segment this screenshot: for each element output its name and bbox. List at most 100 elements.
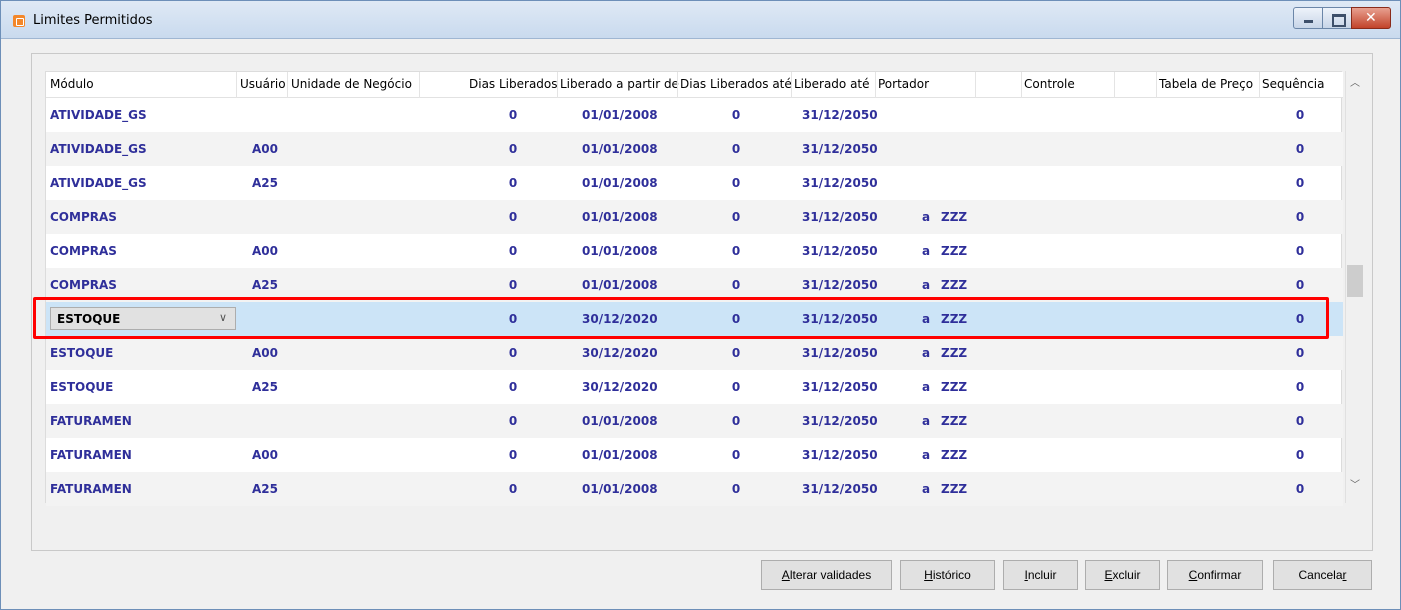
modulo-select[interactable]: ESTOQUE ∨ xyxy=(50,307,236,330)
cell-modulo: COMPRAS xyxy=(50,278,117,292)
vertical-scrollbar[interactable]: ︿ ﹀ xyxy=(1345,71,1363,503)
cell-seq: 0 xyxy=(1295,448,1305,462)
cell-diasate: 0 xyxy=(731,244,741,258)
cell-dias: 0 xyxy=(508,482,518,496)
cell-modulo: COMPRAS xyxy=(50,244,117,258)
cell-usuario: A00 xyxy=(252,244,278,258)
scroll-down-icon[interactable]: ﹀ xyxy=(1346,477,1364,495)
cell-modulo: ATIVIDADE_GS xyxy=(50,142,147,156)
cell-ate: 31/12/2050 xyxy=(802,244,878,258)
cell-usuario: A00 xyxy=(252,142,278,156)
cell-seq: 0 xyxy=(1295,176,1305,190)
header-modulo[interactable]: Módulo xyxy=(50,77,94,91)
cell-seq: 0 xyxy=(1295,142,1305,156)
table-row[interactable]: ESTOQUE A25 0 30/12/2020 0 31/12/2050 a ZZZ 0 xyxy=(46,370,1343,404)
cell-port_b: ZZZ xyxy=(941,278,968,292)
cell-dias: 0 xyxy=(508,108,518,122)
cell-seq: 0 xyxy=(1295,380,1305,394)
cell-modulo: ATIVIDADE_GS xyxy=(50,176,147,190)
header-dias-liberados-ate[interactable]: Dias Liberados até xyxy=(680,77,792,91)
grid-header: Módulo Usuário Unidade de Negócio Dias L… xyxy=(46,72,1343,98)
cell-apartir: 30/12/2020 xyxy=(582,312,658,326)
cell-ate: 31/12/2050 xyxy=(802,380,878,394)
cell-port_b: ZZZ xyxy=(941,346,968,360)
cell-dias: 0 xyxy=(508,312,518,326)
scroll-thumb[interactable] xyxy=(1347,265,1363,297)
excluir-button[interactable]: Excluir xyxy=(1085,560,1160,590)
cell-port_b: ZZZ xyxy=(941,312,968,326)
cell-ate: 31/12/2050 xyxy=(802,142,878,156)
cell-diasate: 0 xyxy=(731,346,741,360)
incluir-button[interactable]: Incluir xyxy=(1003,560,1078,590)
header-usuario[interactable]: Usuário xyxy=(240,77,286,91)
cell-seq: 0 xyxy=(1295,278,1305,292)
cell-seq: 0 xyxy=(1295,210,1305,224)
table-row[interactable]: COMPRAS 0 01/01/2008 0 31/12/2050 a ZZZ 0 xyxy=(46,200,1343,234)
table-row[interactable]: ATIVIDADE_GS A00 0 01/01/2008 0 31/12/2050 0 xyxy=(46,132,1343,166)
cell-port_b: ZZZ xyxy=(941,448,968,462)
cell-modulo: COMPRAS xyxy=(50,210,117,224)
cell-apartir: 01/01/2008 xyxy=(582,210,658,224)
cell-modulo: FATURAMEN xyxy=(50,448,132,462)
cell-port_b: ZZZ xyxy=(941,380,968,394)
cell-port_b: ZZZ xyxy=(941,210,968,224)
header-sequencia[interactable]: Sequência xyxy=(1262,77,1325,91)
cell-apartir: 01/01/2008 xyxy=(582,244,658,258)
cell-ate: 31/12/2050 xyxy=(802,448,878,462)
header-dias-liberados[interactable]: Dias Liberados xyxy=(469,77,558,91)
header-liberado-ate[interactable]: Liberado até xyxy=(794,77,870,91)
header-controle[interactable]: Controle xyxy=(1024,77,1075,91)
cell-port_a: a xyxy=(922,278,931,292)
cell-port_a: a xyxy=(922,346,931,360)
cell-apartir: 01/01/2008 xyxy=(582,278,658,292)
close-button[interactable] xyxy=(1351,7,1391,29)
cell-port_a: a xyxy=(922,380,931,394)
table-row[interactable]: ESTOQUE ∨ 0 30/12/2020 0 31/12/2050 a ZZZ 0 xyxy=(46,302,1343,336)
cell-dias: 0 xyxy=(508,210,518,224)
cell-ate: 31/12/2050 xyxy=(802,108,878,122)
cell-dias: 0 xyxy=(508,346,518,360)
table-row[interactable]: FATURAMEN A00 0 01/01/2008 0 31/12/2050 a ZZZ 0 xyxy=(46,438,1343,472)
cell-dias: 0 xyxy=(508,414,518,428)
cell-diasate: 0 xyxy=(731,142,741,156)
table-row[interactable]: COMPRAS A00 0 01/01/2008 0 31/12/2050 a ZZZ 0 xyxy=(46,234,1343,268)
minimize-button[interactable] xyxy=(1293,7,1323,29)
table-row[interactable]: FATURAMEN A25 0 01/01/2008 0 31/12/2050 a ZZZ 0 xyxy=(46,472,1343,506)
cell-usuario: A25 xyxy=(252,176,278,190)
cell-port_a: a xyxy=(922,210,931,224)
window-title: Limites Permitidos xyxy=(33,13,153,28)
cell-port_a: a xyxy=(922,244,931,258)
cancelar-button[interactable]: Cancelar xyxy=(1273,560,1372,590)
maximize-button[interactable] xyxy=(1322,7,1352,29)
cell-dias: 0 xyxy=(508,142,518,156)
title-bar[interactable]: Limites Permitidos xyxy=(1,1,1400,39)
cell-modulo: FATURAMEN xyxy=(50,482,132,496)
table-row[interactable]: ATIVIDADE_GS 0 01/01/2008 0 31/12/2050 0 xyxy=(46,98,1343,132)
cell-modulo: FATURAMEN xyxy=(50,414,132,428)
cell-seq: 0 xyxy=(1295,108,1305,122)
cell-modulo: ATIVIDADE_GS xyxy=(50,108,147,122)
scroll-up-icon[interactable]: ︿ xyxy=(1346,75,1364,93)
table-row[interactable]: COMPRAS A25 0 01/01/2008 0 31/12/2050 a ZZZ 0 xyxy=(46,268,1343,302)
historico-button[interactable]: Histórico xyxy=(900,560,995,590)
cell-port_a: a xyxy=(922,414,931,428)
chevron-down-icon[interactable]: ∨ xyxy=(219,311,227,324)
header-portador[interactable]: Portador xyxy=(878,77,929,91)
cell-apartir: 01/01/2008 xyxy=(582,108,658,122)
table-row[interactable]: FATURAMEN 0 01/01/2008 0 31/12/2050 a ZZZ 0 xyxy=(46,404,1343,438)
cell-ate: 31/12/2050 xyxy=(802,414,878,428)
cell-ate: 31/12/2050 xyxy=(802,346,878,360)
cell-diasate: 0 xyxy=(731,414,741,428)
header-tabela-preco[interactable]: Tabela de Preço xyxy=(1159,77,1253,91)
limits-grid[interactable]: Módulo Usuário Unidade de Negócio Dias L… xyxy=(45,71,1343,506)
cell-ate: 31/12/2050 xyxy=(802,312,878,326)
confirmar-button[interactable]: Confirmar xyxy=(1167,560,1263,590)
cell-diasate: 0 xyxy=(731,210,741,224)
cell-seq: 0 xyxy=(1295,414,1305,428)
header-liberado-a-partir[interactable]: Liberado a partir de xyxy=(560,77,679,91)
cell-usuario: A25 xyxy=(252,482,278,496)
header-unidade-negocio[interactable]: Unidade de Negócio xyxy=(291,77,412,91)
alterar-validades-button[interactable]: Alterar validades xyxy=(761,560,892,590)
table-row[interactable]: ATIVIDADE_GS A25 0 01/01/2008 0 31/12/2050 0 xyxy=(46,166,1343,200)
table-row[interactable]: ESTOQUE A00 0 30/12/2020 0 31/12/2050 a ZZZ 0 xyxy=(46,336,1343,370)
